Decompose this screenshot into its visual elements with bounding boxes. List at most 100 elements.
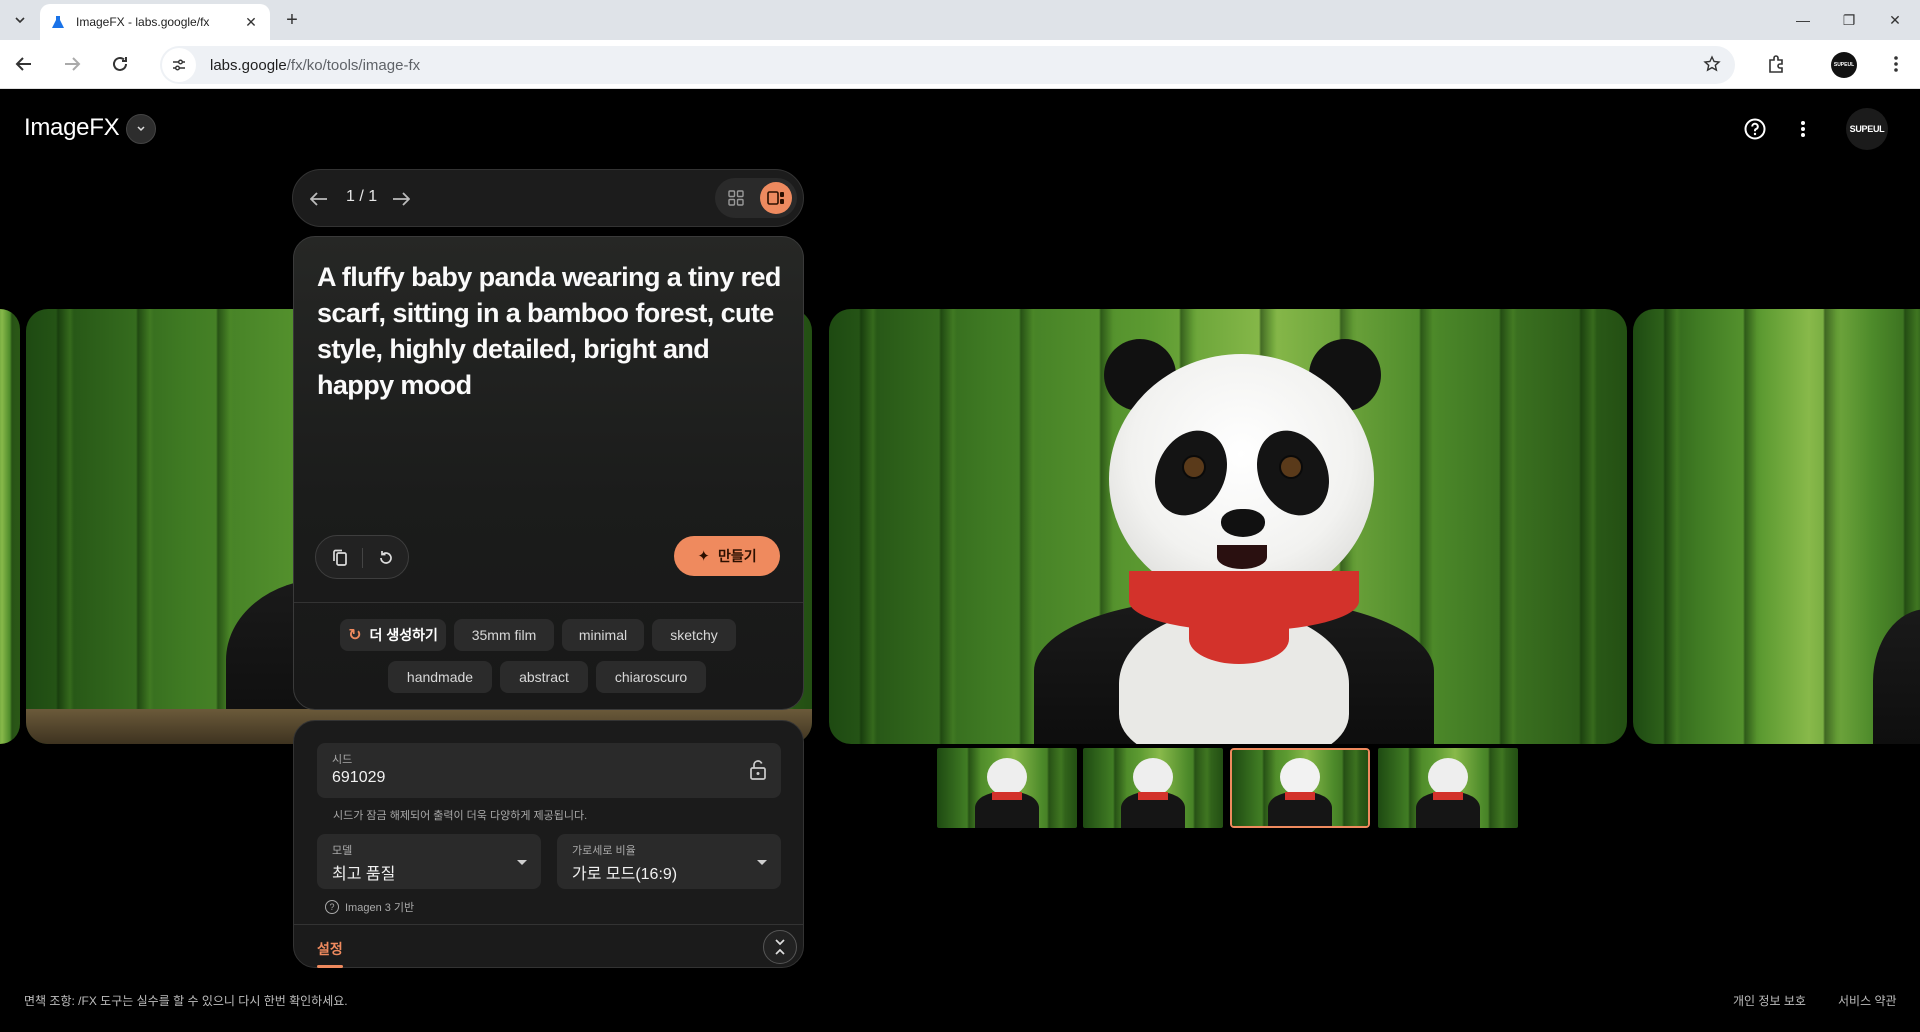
thumbnail[interactable] — [937, 748, 1077, 828]
page-counter: 1 / 1 — [346, 188, 378, 205]
aspect-ratio-select[interactable]: 가로세로 비율 가로 모드(16:9) — [557, 834, 781, 889]
next-image-button[interactable] — [389, 187, 413, 211]
panda-head — [987, 758, 1027, 796]
tune-icon — [173, 59, 185, 71]
refresh-icon: ↻ — [348, 627, 362, 644]
back-button[interactable] — [12, 52, 36, 76]
panda-head — [1280, 758, 1320, 796]
browser-menu-button[interactable] — [1884, 52, 1908, 76]
tab-title: ImageFX - labs.google/fx — [76, 15, 210, 29]
generate-more-label: 더 생성하기 — [369, 627, 438, 643]
copy-prompt-button[interactable] — [328, 546, 352, 570]
panda-head — [1133, 758, 1173, 796]
thumbnail[interactable] — [1083, 748, 1223, 828]
aspect-ratio-label: 가로세로 비율 — [572, 845, 636, 857]
puzzle-icon — [1769, 55, 1783, 73]
tab-settings[interactable]: 설정 — [317, 939, 343, 959]
panda-nose — [1221, 509, 1265, 537]
reload-icon — [113, 56, 127, 71]
more-vert-icon — [1894, 56, 1898, 72]
sparkle-icon: ✦ — [697, 548, 710, 565]
help-icon[interactable]: ? — [325, 900, 339, 914]
collapse-icon — [775, 939, 785, 955]
close-window-button[interactable]: ✕ — [1872, 0, 1918, 40]
extensions-button[interactable] — [1764, 52, 1788, 76]
style-chip[interactable]: sketchy — [652, 619, 736, 651]
carousel-icon — [767, 191, 784, 205]
panda-head — [1428, 758, 1468, 796]
terms-link[interactable]: 서비스 약관 — [1838, 992, 1897, 1009]
model-select[interactable]: 모델 최고 품질 — [317, 834, 541, 889]
grid-view-button[interactable] — [720, 182, 752, 214]
help-icon — [1744, 118, 1766, 140]
image-card-main[interactable] — [829, 309, 1627, 744]
seed-field[interactable]: 시드 691029 — [317, 743, 781, 798]
style-chip[interactable]: 35mm film — [454, 619, 554, 651]
refresh-icon — [380, 551, 392, 564]
create-button[interactable]: ✦ 만들기 — [674, 536, 780, 576]
style-chip[interactable]: minimal — [562, 619, 644, 651]
thumbnail[interactable] — [1378, 748, 1518, 828]
url-text: labs.google/fx/ko/tools/image-fx — [210, 57, 420, 74]
close-tab-icon[interactable]: ✕ — [242, 13, 260, 31]
prompt-divider — [294, 602, 803, 603]
red-scarf — [992, 792, 1022, 800]
previous-image-button[interactable] — [307, 187, 331, 211]
prompt-panel: A fluffy baby panda wearing a tiny red s… — [293, 236, 804, 710]
model-value: 최고 품질 — [332, 866, 396, 883]
disclaimer-text: 면책 조항: /FX 도구는 실수를 할 수 있으니 다시 한번 확인하세요. — [24, 994, 348, 1008]
caret-down-icon — [137, 126, 145, 132]
browser-toolbar: labs.google/fx/ko/tools/image-fx — [0, 40, 1920, 89]
style-chip[interactable]: chiaroscuro — [596, 661, 706, 693]
panda-mouth — [1217, 545, 1267, 569]
bookmark-star-icon[interactable] — [1703, 55, 1721, 73]
browser-tab[interactable]: ImageFX - labs.google/fx ✕ — [40, 4, 270, 40]
arrow-right-icon — [393, 192, 410, 206]
more-options-button[interactable] — [1788, 114, 1818, 144]
restore-button[interactable]: ❐ — [1826, 0, 1872, 40]
reload-button[interactable] — [108, 52, 132, 76]
prompt-tools — [315, 535, 409, 579]
panda-body — [1873, 609, 1920, 744]
app-logo[interactable]: ImageFX — [24, 114, 120, 142]
style-chip[interactable]: abstract — [500, 661, 588, 693]
browser-tab-strip: ImageFX - labs.google/fx ✕ + — ❐ ✕ — [0, 0, 1920, 40]
panda-eye — [1184, 457, 1204, 477]
browser-profile-avatar[interactable]: SUPEUL — [1831, 52, 1857, 78]
minimize-button[interactable]: — — [1780, 0, 1826, 40]
tab-indicator — [317, 965, 343, 968]
model-note: ? Imagen 3 기반 — [325, 899, 414, 915]
site-info-button[interactable] — [162, 48, 196, 82]
model-label: 모델 — [332, 845, 353, 857]
address-bar[interactable]: labs.google/fx/ko/tools/image-fx — [160, 46, 1735, 84]
image-card-previous-edge[interactable] — [0, 309, 20, 744]
red-scarf — [1433, 792, 1463, 800]
carousel-view-button[interactable] — [760, 182, 792, 214]
thumbnail-selected[interactable] — [1230, 748, 1370, 828]
settings-divider — [294, 924, 803, 925]
seed-value: 691029 — [332, 769, 386, 786]
copy-icon — [333, 549, 347, 566]
aspect-ratio-value: 가로 모드(16:9) — [572, 866, 678, 883]
help-button[interactable] — [1740, 114, 1770, 144]
image-card-right[interactable] — [1633, 309, 1920, 744]
arrow-right-icon — [65, 57, 81, 71]
panda-image — [1853, 599, 1920, 744]
collapse-settings-button[interactable] — [763, 930, 797, 964]
dropdown-arrow-icon — [517, 860, 527, 865]
generate-more-chip[interactable]: ↻ 더 생성하기 — [340, 619, 446, 651]
privacy-link[interactable]: 개인 정보 보호 — [1733, 992, 1806, 1009]
forward-button[interactable] — [60, 52, 84, 76]
app-switcher-button[interactable] — [126, 114, 156, 144]
tab-search-button[interactable] — [8, 8, 32, 32]
account-avatar[interactable]: SUPEUL — [1846, 108, 1888, 150]
prompt-textarea[interactable]: A fluffy baby panda wearing a tiny red s… — [317, 259, 787, 403]
red-scarf — [1138, 792, 1168, 800]
style-chip[interactable]: handmade — [388, 661, 492, 693]
image-pager: 1 / 1 — [292, 169, 804, 227]
lock-open-icon[interactable] — [749, 759, 767, 781]
model-note-text: Imagen 3 기반 — [345, 902, 415, 914]
new-tab-button[interactable]: + — [280, 8, 304, 32]
reset-prompt-button[interactable] — [374, 546, 398, 570]
view-mode-toggle — [715, 178, 797, 218]
